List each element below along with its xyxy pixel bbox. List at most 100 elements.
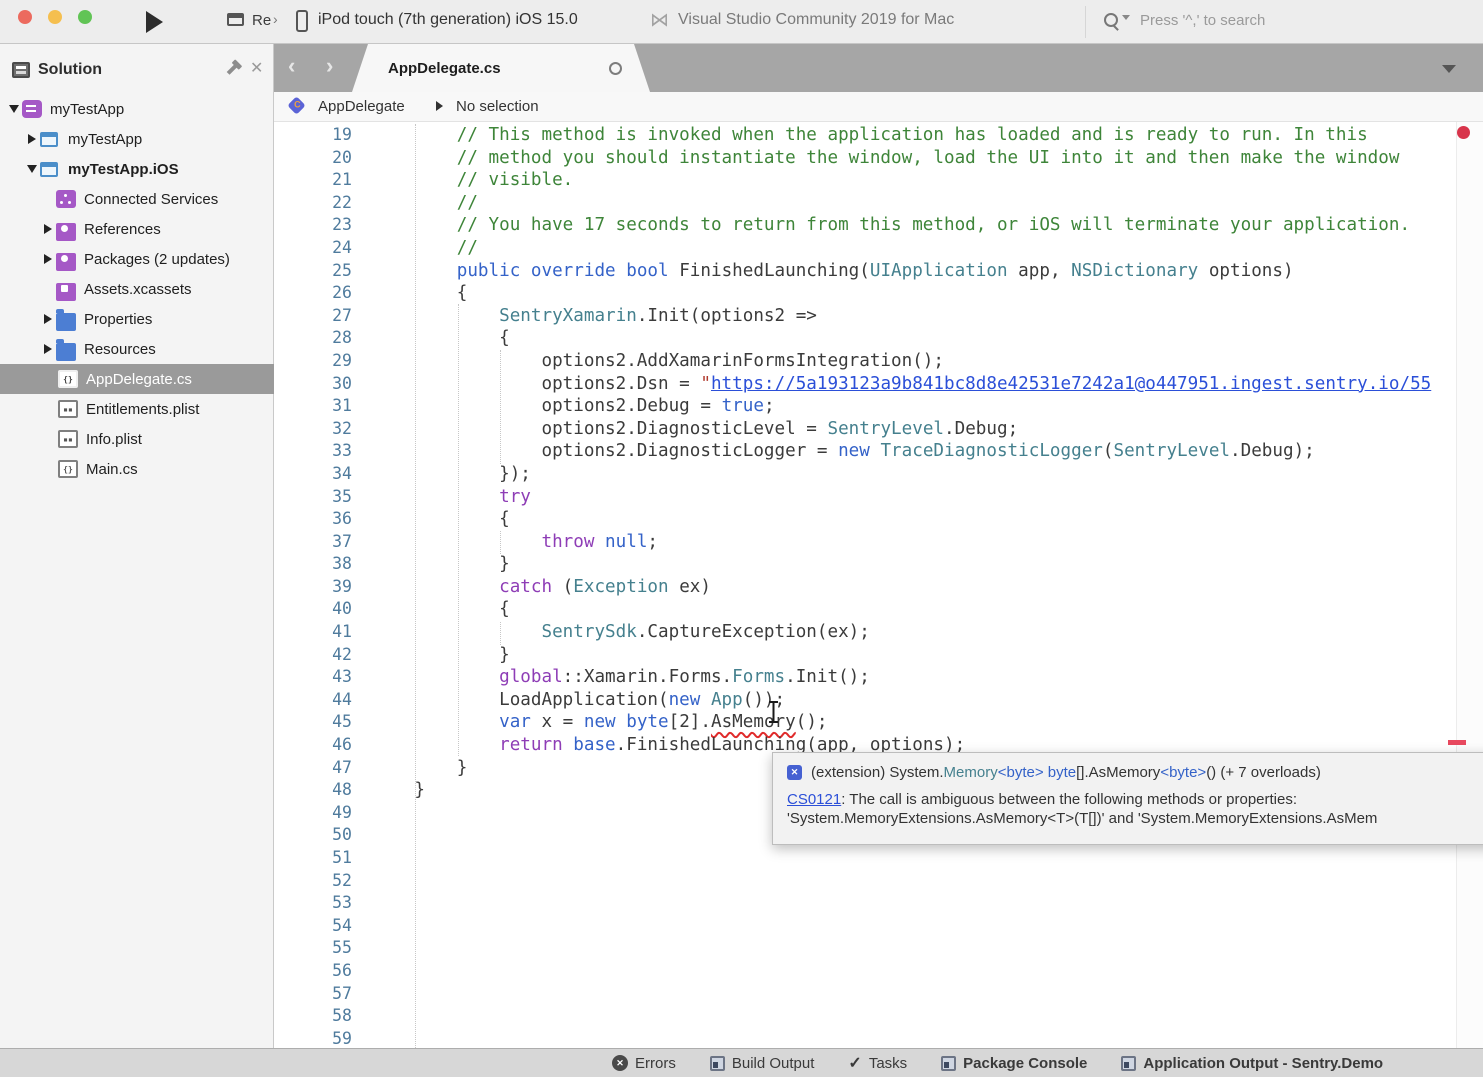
tree-item-entitlements-plist[interactable]: ▪▪Entitlements.plist [0, 394, 274, 424]
search-input[interactable]: Press '^,' to search [1140, 12, 1265, 29]
code-line-38[interactable]: 38 } [274, 553, 1483, 576]
code-text: { [372, 283, 467, 303]
expander-right-icon[interactable] [40, 224, 56, 234]
line-number: 52 [274, 870, 352, 893]
code-line-55[interactable]: 55 [274, 937, 1483, 960]
line-number: 50 [274, 824, 352, 847]
code-line-33[interactable]: 33 options2.DiagnosticLogger = new Trace… [274, 440, 1483, 463]
tab-list-dropdown-icon[interactable] [1442, 65, 1456, 73]
code-line-40[interactable]: 40 { [274, 598, 1483, 621]
code-line-41[interactable]: 41 SentrySdk.CaptureException(ex); [274, 621, 1483, 644]
code-line-27[interactable]: 27 SentryXamarin.Init(options2 => [274, 305, 1483, 328]
code-line-45[interactable]: 45 var x = new byte[2].AsMemory(); [274, 711, 1483, 734]
run-button[interactable] [146, 11, 163, 33]
code-line-56[interactable]: 56 [274, 960, 1483, 983]
code-editor[interactable]: 19 // This method is invoked when the ap… [274, 122, 1483, 1048]
tree-item-assets-xcassets[interactable]: Assets.xcassets [0, 274, 274, 304]
code-line-35[interactable]: 35 try [274, 486, 1483, 509]
code-line-52[interactable]: 52 [274, 870, 1483, 893]
expander-right-icon[interactable] [40, 344, 56, 354]
line-number: 19 [274, 124, 352, 147]
pin-icon[interactable] [227, 64, 238, 75]
tree-item-resources[interactable]: Resources [0, 334, 274, 364]
error-code-link[interactable]: CS0121 [787, 791, 841, 808]
code-line-36[interactable]: 36 { [274, 508, 1483, 531]
tree-item-packages-2-updates-[interactable]: Packages (2 updates) [0, 244, 274, 274]
expander-right-icon[interactable] [24, 134, 40, 144]
line-number: 40 [274, 598, 352, 621]
code-line-25[interactable]: 25 public override bool FinishedLaunchin… [274, 260, 1483, 283]
line-number: 20 [274, 147, 352, 170]
expander-right-icon[interactable] [40, 314, 56, 324]
line-number: 28 [274, 327, 352, 350]
code-line-26[interactable]: 26 { [274, 282, 1483, 305]
code-line-37[interactable]: 37 throw null; [274, 531, 1483, 554]
search-icon[interactable] [1104, 13, 1118, 27]
tab-modified-icon [609, 62, 622, 75]
code-line-59[interactable]: 59 [274, 1028, 1483, 1048]
breadcrumb-class[interactable]: AppDelegate [318, 98, 405, 115]
project-icon [40, 130, 60, 148]
code-line-51[interactable]: 51 [274, 847, 1483, 870]
code-line-34[interactable]: 34 }); [274, 463, 1483, 486]
tree-item-mytestapp[interactable]: myTestApp [0, 94, 274, 124]
tree-item-mytestapp[interactable]: myTestApp [0, 124, 274, 154]
code-line-21[interactable]: 21 // visible. [274, 169, 1483, 192]
expander-down-icon[interactable] [6, 105, 22, 113]
expander-down-icon[interactable] [24, 165, 40, 173]
code-line-24[interactable]: 24 // [274, 237, 1483, 260]
code-line-19[interactable]: 19 // This method is invoked when the ap… [274, 124, 1483, 147]
line-number: 47 [274, 757, 352, 780]
line-number: 31 [274, 395, 352, 418]
code-line-28[interactable]: 28 { [274, 327, 1483, 350]
code-line-57[interactable]: 57 [274, 983, 1483, 1006]
navigate-forward-button[interactable]: › [326, 53, 333, 79]
tree-item-main-cs[interactable]: {}Main.cs [0, 454, 274, 484]
editor-scrollbar[interactable] [1456, 122, 1483, 1048]
navigate-back-button[interactable]: ‹ [288, 53, 295, 79]
tree-item-references[interactable]: References [0, 214, 274, 244]
code-line-22[interactable]: 22 // [274, 192, 1483, 215]
expander-right-icon[interactable] [40, 254, 56, 264]
zoom-window-button[interactable] [78, 10, 92, 24]
code-text: // method you should instantiate the win… [372, 148, 1399, 168]
code-line-31[interactable]: 31 options2.Debug = true; [274, 395, 1483, 418]
tree-item-appdelegate-cs[interactable]: {}AppDelegate.cs [0, 364, 274, 394]
code-line-54[interactable]: 54 [274, 915, 1483, 938]
bottom-pad-tasks[interactable]: ✓Tasks [848, 1053, 907, 1073]
breadcrumb-selection[interactable]: No selection [456, 98, 539, 115]
code-line-58[interactable]: 58 [274, 1005, 1483, 1028]
tree-item-label: Entitlements.plist [86, 401, 199, 418]
tab-strip: ‹ › AppDelegate.cs [274, 44, 1483, 92]
tree-item-info-plist[interactable]: ▪▪Info.plist [0, 424, 274, 454]
code-line-43[interactable]: 43 global::Xamarin.Forms.Forms.Init(); [274, 666, 1483, 689]
close-pad-icon[interactable]: ✕ [250, 58, 263, 78]
code-line-20[interactable]: 20 // method you should instantiate the … [274, 147, 1483, 170]
line-number: 26 [274, 282, 352, 305]
bottom-pad-build-output[interactable]: Build Output [710, 1055, 815, 1072]
search-chevron-icon[interactable] [1122, 15, 1130, 20]
bottom-pad-application-output-sentry-demo[interactable]: Application Output - Sentry.Demo [1121, 1055, 1383, 1072]
device-selector[interactable]: iPod touch (7th generation) iOS 15.0 [318, 11, 578, 29]
tree-item-properties[interactable]: Properties [0, 304, 274, 334]
code-line-32[interactable]: 32 options2.DiagnosticLevel = SentryLeve… [274, 418, 1483, 441]
output-pad-icon [941, 1056, 956, 1071]
code-line-23[interactable]: 23 // You have 17 seconds to return from… [274, 214, 1483, 237]
tab-appdelegate[interactable]: AppDelegate.cs [352, 44, 650, 92]
code-line-42[interactable]: 42 } [274, 644, 1483, 667]
code-text: } [372, 645, 510, 665]
code-line-44[interactable]: 44 LoadApplication(new App()); [274, 689, 1483, 712]
line-number: 21 [274, 169, 352, 192]
bottom-pad-errors[interactable]: ✕Errors [612, 1055, 676, 1072]
tree-item-label: Properties [84, 311, 152, 328]
tree-item-connected-services[interactable]: Connected Services [0, 184, 274, 214]
code-line-29[interactable]: 29 options2.AddXamarinFormsIntegration()… [274, 350, 1483, 373]
minimize-window-button[interactable] [48, 10, 62, 24]
bottom-pad-package-console[interactable]: Package Console [941, 1055, 1087, 1072]
configuration-selector[interactable]: Re [252, 12, 271, 29]
close-window-button[interactable] [18, 10, 32, 24]
code-line-30[interactable]: 30 options2.Dsn = "https://5a193123a9b84… [274, 373, 1483, 396]
tree-item-mytestapp-ios[interactable]: myTestApp.iOS [0, 154, 274, 184]
code-line-53[interactable]: 53 [274, 892, 1483, 915]
code-line-39[interactable]: 39 catch (Exception ex) [274, 576, 1483, 599]
